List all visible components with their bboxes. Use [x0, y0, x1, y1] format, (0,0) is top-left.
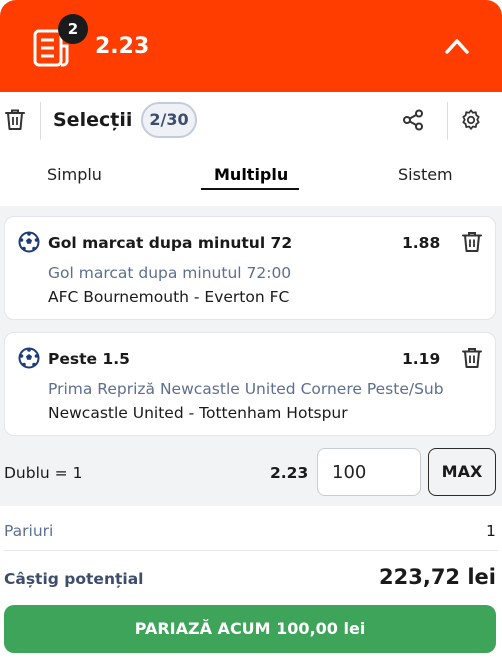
betslip-toolbar: Selecții 2/30 — [0, 92, 502, 150]
place-bet-button[interactable]: PARIAZĂ ACUM 100,00 lei — [4, 605, 496, 653]
selection-event: AFC Bournemouth - Everton FC — [48, 288, 290, 306]
bets-value: 1 — [486, 522, 496, 540]
footer-divider — [4, 550, 498, 551]
selection-market: Prima Repriză Newcastle United Cornere P… — [48, 380, 444, 398]
gear-icon[interactable] — [460, 109, 482, 131]
selection-card[interactable]: Gol marcat dupa minutul 72 1.88 Gol marc… — [4, 216, 496, 320]
soccer-ball-icon — [18, 231, 40, 253]
selection-odds: 1.88 — [402, 234, 441, 252]
bet-type-tabs: Simplu Multiplu Sistem — [0, 150, 502, 206]
trash-icon[interactable] — [461, 231, 483, 253]
page-title: Selecții — [53, 109, 133, 131]
combo-odds: 2.23 — [270, 464, 309, 482]
selection-count-pill: 2/30 — [141, 102, 197, 138]
potential-win-label: Câștig potențial — [4, 570, 144, 588]
selections-list: Gol marcat dupa minutul 72 1.88 Gol marc… — [0, 206, 502, 506]
selection-count-badge: 2 — [58, 14, 88, 44]
selection-name: Gol marcat dupa minutul 72 — [48, 234, 293, 252]
selection-market: Gol marcat dupa minutul 72:00 — [48, 264, 292, 282]
selection-card[interactable]: Peste 1.5 1.19 Prima Repriză Newcastle U… — [4, 332, 496, 436]
toolbar-divider — [447, 102, 448, 140]
selection-event: Newcastle United - Tottenham Hotspur — [48, 404, 348, 422]
selection-name: Peste 1.5 — [48, 350, 130, 368]
active-tab-indicator — [201, 188, 299, 190]
share-icon[interactable] — [402, 109, 424, 131]
trash-icon[interactable] — [461, 347, 483, 369]
combo-label: Dublu = 1 — [4, 464, 83, 482]
chevron-up-icon[interactable] — [444, 36, 470, 56]
bets-label: Pariuri — [4, 522, 54, 540]
toolbar-divider — [40, 102, 41, 140]
selection-odds: 1.19 — [402, 350, 441, 368]
betslip-header[interactable]: 2 2.23 — [0, 0, 502, 92]
tab-multiplu[interactable]: Multiplu — [214, 165, 288, 184]
betslip-footer: Pariuri 1 Câștig potențial 223,72 lei PA… — [0, 506, 502, 659]
max-stake-button[interactable]: MAX — [428, 448, 496, 496]
stake-input[interactable] — [317, 448, 421, 496]
trash-icon[interactable] — [4, 108, 26, 132]
potential-win-value: 223,72 lei — [379, 565, 496, 589]
soccer-ball-icon — [18, 347, 40, 369]
tab-sistem[interactable]: Sistem — [398, 165, 453, 184]
tab-simplu[interactable]: Simplu — [47, 165, 102, 184]
header-total-odds: 2.23 — [95, 34, 150, 59]
